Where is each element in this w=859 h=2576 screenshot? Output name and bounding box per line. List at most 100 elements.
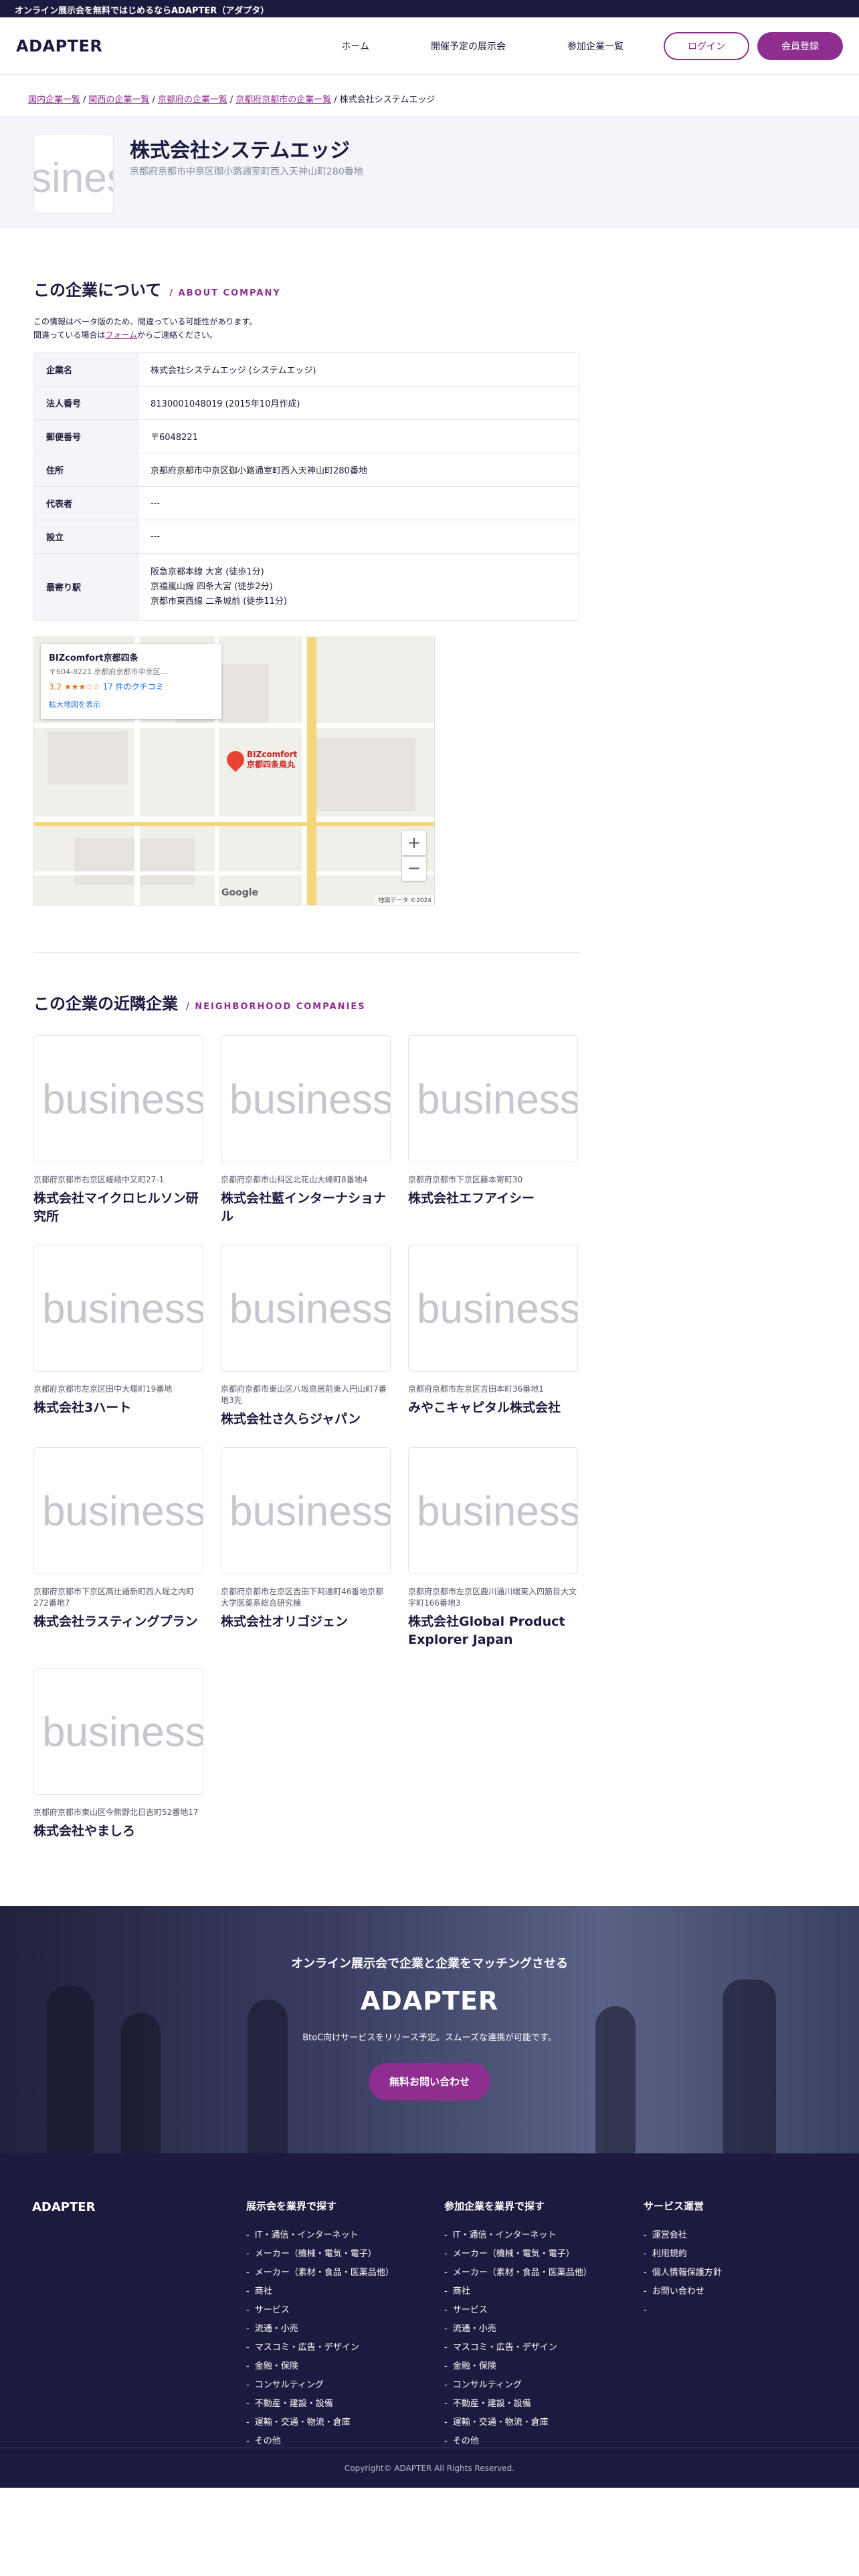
footer-link[interactable]: メーカー（素材・食品・医薬品他）	[444, 2264, 592, 2282]
login-button[interactable]: ログイン	[664, 31, 749, 60]
neighbor-name[interactable]: みやこキャピタル株式会社	[408, 1399, 578, 1417]
row-key: 設立	[33, 520, 138, 554]
neighbor-logo-placeholder[interactable]: business	[408, 1035, 578, 1162]
footer-link[interactable]: コンサルティング	[246, 2376, 394, 2395]
neighbor-name[interactable]: 株式会社さ久らジャパン	[221, 1410, 391, 1428]
footer-link[interactable]: 運輸・交通・物流・倉庫	[444, 2413, 592, 2432]
map-road	[34, 871, 434, 875]
footer-link[interactable]: お問い合わせ	[644, 2282, 722, 2301]
neighbor-logo-placeholder[interactable]: business	[33, 1447, 203, 1574]
row-value: 8130001048019 (2015年10月作成)	[138, 386, 579, 420]
footer-link[interactable]: コンサルティング	[444, 2376, 592, 2395]
breadcrumb-kyoto-city[interactable]: 京都府京都市の企業一覧	[235, 95, 331, 105]
footer-link[interactable]: 商社	[444, 2282, 592, 2301]
zoom-out-button[interactable]: −	[402, 857, 426, 881]
neighbor-card[interactable]: business 京都府京都市東山区八坂鳥居前東入円山町7番地3先 株式会社さ久らジ…	[221, 1245, 391, 1428]
footer-link[interactable]: 運輸・交通・物流・倉庫	[246, 2413, 394, 2432]
footer-col-title: 参加企業を業界で探す	[444, 2200, 545, 2212]
contact-button[interactable]: 無料お問い合わせ	[369, 2063, 490, 2101]
footer-link[interactable]: サービス	[444, 2301, 592, 2320]
breadcrumb-separator: /	[229, 95, 233, 105]
neighbor-address: 京都府京都市右京区嵯峨中又町27-1	[33, 1175, 165, 1184]
breadcrumb-kansai[interactable]: 関西の企業一覧	[88, 95, 149, 105]
station-item: 京福嵐山線 四条大宮 (徒歩2分)	[151, 581, 273, 592]
row-value: ---	[138, 486, 579, 520]
table-row: 法人番号 8130001048019 (2015年10月作成)	[33, 386, 579, 420]
breadcrumb-kyoto-pref[interactable]: 京都府の企業一覧	[158, 95, 227, 105]
zoom-in-button[interactable]: +	[402, 831, 426, 855]
footer-link[interactable]: IT・通信・インターネット	[444, 2226, 592, 2245]
map-place-name: BIZcomfort京都四条	[49, 653, 138, 663]
map-larger-link[interactable]: 拡大地図を表示	[49, 699, 213, 710]
nav-home[interactable]: ホーム	[310, 39, 400, 53]
footer-logo[interactable]: ADAPTER	[32, 2200, 95, 2214]
row-value: ---	[138, 520, 579, 554]
neighbor-card[interactable]: business 京都府京都市左京区吉田本町36番地1 みやこキャピタル株式会社	[408, 1245, 578, 1428]
footer-link[interactable]: メーカー（機械・電気・電子）	[246, 2245, 394, 2264]
neighbor-logo-placeholder[interactable]: business	[408, 1447, 578, 1574]
neighbor-logo-placeholder[interactable]: business	[33, 1668, 203, 1795]
about-subtitle: / ABOUT COMPANY	[169, 288, 281, 298]
neighbor-card-grid: business 京都府京都市右京区嵯峨中又町27-1 株式会社マイクロヒルソン研究…	[33, 1035, 826, 1840]
company-name: 株式会社システムエッジ	[130, 139, 351, 163]
footer-col-companies: 参加企業を業界で探す IT・通信・インターネットメーカー（機械・電気・電子）メー…	[444, 2199, 592, 2451]
footer-link[interactable]: 不動産・建設・設備	[444, 2395, 592, 2413]
footer-link[interactable]: メーカー（素材・食品・医薬品他）	[246, 2264, 394, 2282]
nav-upcoming-exhibitions[interactable]: 開催予定の展示会	[400, 39, 537, 53]
neighbor-card[interactable]: business 京都府京都市左京区田中大堰町19番地株式会社3ハート	[33, 1245, 203, 1428]
neighbor-card[interactable]: business 京都府京都市左京区鹿川通川端東入四筋目大文字町166番地3 株式会…	[408, 1447, 578, 1649]
footer-link[interactable]: 金融・保険	[246, 2357, 394, 2376]
footer-link[interactable]: マスコミ・広告・デザイン	[246, 2339, 394, 2357]
footer-col-service: サービス運営 運営会社利用規約個人情報保護方針お問い合わせ	[644, 2199, 722, 2320]
neighbor-address: 京都府京都市山科区北花山大峰町8番地4	[221, 1175, 368, 1184]
neighbor-name[interactable]: 株式会社やましろ	[33, 1822, 203, 1840]
footer-link[interactable]: 不動産・建設・設備	[246, 2395, 394, 2413]
cta-title: ADAPTER	[360, 1986, 499, 2016]
neighbor-card[interactable]: business 京都府京都市右京区嵯峨中又町27-1 株式会社マイクロヒルソン研究…	[33, 1035, 203, 1226]
neighbor-name[interactable]: 株式会社3ハート	[33, 1399, 203, 1417]
footer-link[interactable]: 流通・小売	[444, 2320, 592, 2339]
footer-link[interactable]: マスコミ・広告・デザイン	[444, 2339, 592, 2357]
footer-link[interactable]: サービス	[246, 2301, 394, 2320]
neighbor-name[interactable]: 株式会社ラスティングプラン	[33, 1613, 203, 1631]
footer-link[interactable]: 商社	[246, 2282, 394, 2301]
neighbor-name[interactable]: 株式会社マイクロヒルソン研究所	[33, 1190, 203, 1226]
site-logo[interactable]: ADAPTER	[16, 37, 102, 56]
footer-link[interactable]: 個人情報保護方針	[644, 2264, 722, 2282]
neighbor-logo-placeholder[interactable]: business	[33, 1245, 203, 1372]
neighbor-card[interactable]: business 京都府京都市左京区吉田下阿達町46番地京都大学医薬系総合研究棟株…	[221, 1447, 391, 1649]
neighbor-card[interactable]: business 京都府京都市下京区藤本寄町30 株式会社エフアイシー	[408, 1035, 578, 1226]
map-pin-label-line1: BIZcomfort	[247, 750, 298, 759]
embedded-map[interactable]: BIZcomfort京都四条 〒604-8221 京都府京都市中京区... 3.…	[33, 637, 435, 905]
neighbor-name[interactable]: 株式会社Global Product Explorer Japan	[408, 1613, 578, 1649]
nav-participating-companies[interactable]: 参加企業一覧	[537, 39, 654, 53]
breadcrumb-domestic[interactable]: 国内企業一覧	[28, 95, 80, 105]
neighbor-address: 京都府京都市左京区田中大堰町19番地	[33, 1384, 173, 1394]
neighbor-logo-placeholder[interactable]: business	[221, 1447, 391, 1574]
register-button[interactable]: 会員登録	[757, 31, 843, 60]
neighbor-card[interactable]: business 京都府京都市東山区今熊野北日吉町52番地17 株式会社やましろ	[33, 1668, 203, 1840]
footer-link[interactable]: メーカー（機械・電気・電子）	[444, 2245, 592, 2264]
footer-link[interactable]: 金融・保険	[444, 2357, 592, 2376]
footer-link[interactable]: 利用規約	[644, 2245, 722, 2264]
footer-link[interactable]	[644, 2301, 722, 2320]
map-reviews-link[interactable]: 17 件のクチコミ	[103, 682, 164, 691]
footer-link[interactable]: 流通・小売	[246, 2320, 394, 2339]
map-pin-icon[interactable]	[223, 747, 248, 772]
neighbor-logo-placeholder[interactable]: business	[221, 1245, 391, 1372]
footer-link[interactable]: 運営会社	[644, 2226, 722, 2245]
neighbor-card[interactable]: business 京都府京都市山科区北花山大峰町8番地4 株式会社藍インターナショナ…	[221, 1035, 391, 1226]
neighbor-name[interactable]: 株式会社オリゴジェン	[221, 1613, 391, 1631]
neighbor-logo-placeholder[interactable]: business	[33, 1035, 203, 1162]
neighbor-logo-placeholder[interactable]: business	[408, 1245, 578, 1372]
neighbor-card[interactable]: business 京都府京都市下京区高辻通新町西入堀之内町272番地7 株式会社ラス…	[33, 1447, 203, 1649]
footer-link[interactable]: IT・通信・インターネット	[246, 2226, 394, 2245]
breadcrumb: 国内企業一覧 / 関西の企業一覧 / 京都府の企業一覧 / 京都府京都市の企業一覧 / 株式会社…	[0, 75, 859, 115]
map-block	[47, 731, 128, 784]
neighbor-name[interactable]: 株式会社藍インターナショナル	[221, 1190, 391, 1226]
neighbor-address: 京都府京都市左京区吉田下阿達町46番地京都大学医薬系総合研究棟	[221, 1587, 384, 1608]
report-form-link[interactable]: フォーム	[105, 330, 137, 340]
neighbor-name[interactable]: 株式会社エフアイシー	[408, 1190, 578, 1208]
map-pin-label-line2: 京都四条烏丸	[247, 760, 296, 769]
neighbor-logo-placeholder[interactable]: business	[221, 1035, 391, 1162]
